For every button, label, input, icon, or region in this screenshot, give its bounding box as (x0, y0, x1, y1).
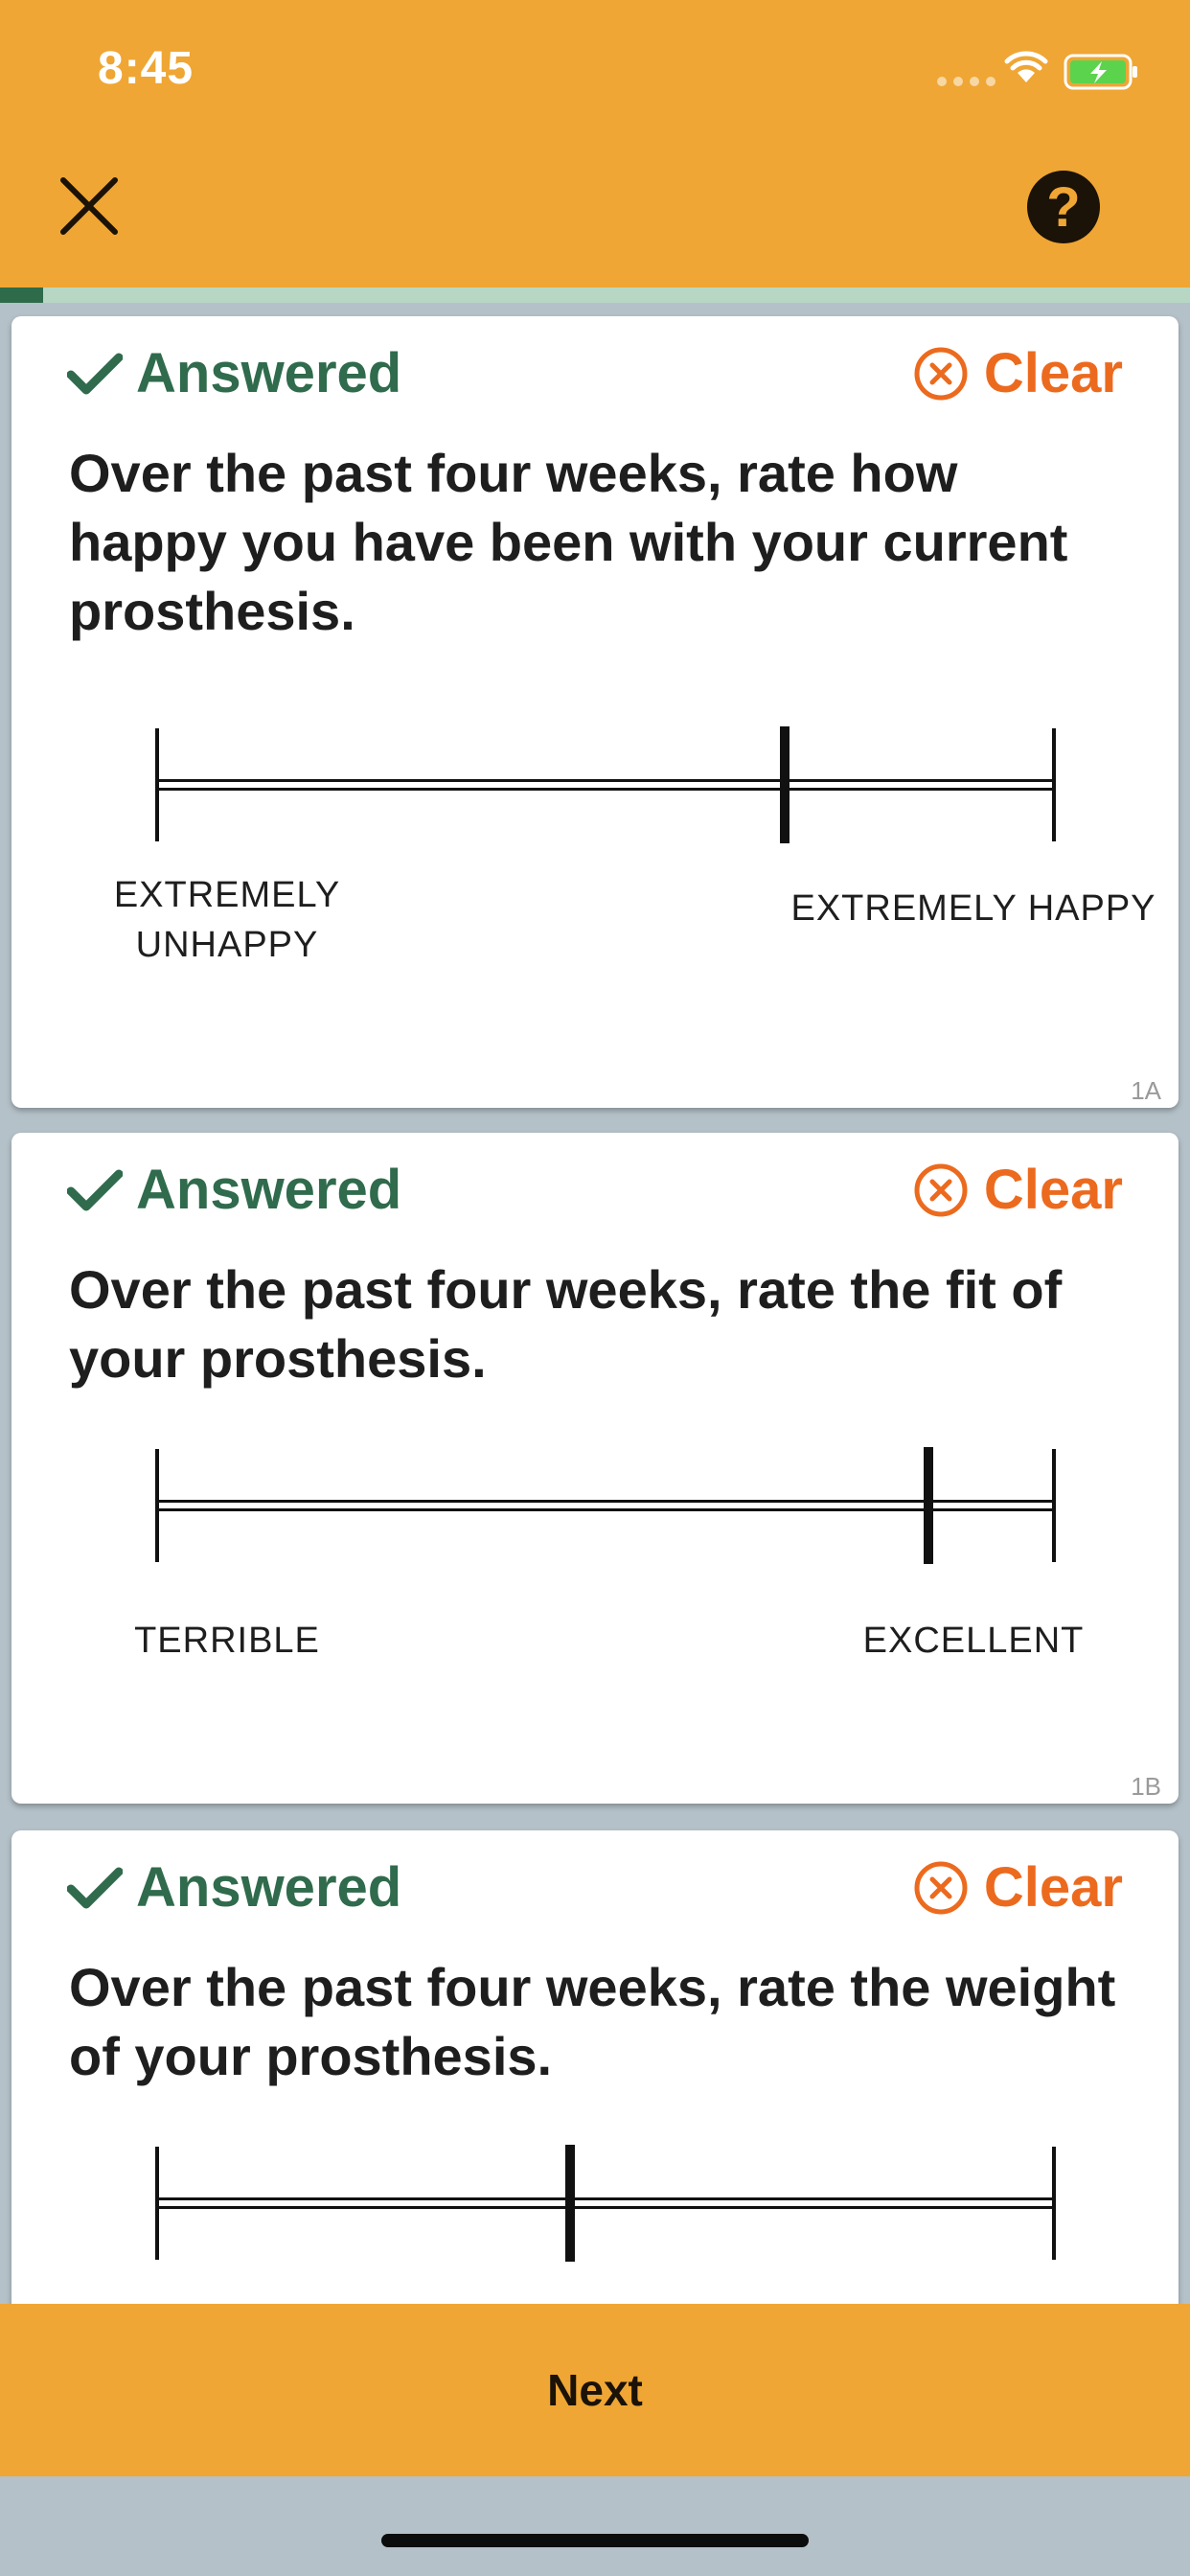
clear-circle-x-icon (914, 1861, 968, 1914)
question-text: Over the past four weeks, rate the weigh… (69, 1957, 1116, 2086)
checkmark-icon (67, 1867, 123, 1908)
question-list[interactable]: Answered Clear Over the past four weeks,… (0, 303, 1190, 2304)
slider-rail (157, 779, 1054, 791)
slider-max-tick (1052, 2147, 1056, 2260)
help-button[interactable]: ? (1027, 171, 1100, 243)
clear-button[interactable]: Clear (913, 341, 1123, 405)
rating-slider[interactable] (142, 1447, 1069, 1564)
checkmark-icon (67, 1169, 123, 1210)
clear-label: Clear (983, 1856, 1123, 1919)
question-text: Over the past four weeks, rate how happy… (69, 443, 1068, 641)
answered-status: Answered (67, 1158, 401, 1222)
scale-min-label: TERRIBLE (134, 1621, 320, 1661)
slider-min-tick (155, 2147, 159, 2260)
scale-max-label: EXCELLENT (862, 1621, 1085, 1661)
progress-fill (0, 288, 43, 303)
slider-marker[interactable] (564, 2145, 575, 2262)
clear-button[interactable]: Clear (913, 1158, 1123, 1222)
answered-status: Answered (67, 341, 401, 405)
slider-min-tick (155, 728, 159, 841)
home-indicator[interactable] (381, 2534, 809, 2547)
clear-circle-x-icon (914, 1163, 968, 1216)
checkmark-icon (67, 353, 123, 394)
question-card: Answered Clear Over the past four weeks,… (11, 1133, 1179, 1804)
status-time: 8:45 (98, 43, 195, 94)
slider-max-tick (1052, 1449, 1056, 1562)
slider-marker[interactable] (923, 1447, 933, 1564)
clear-label: Clear (983, 342, 1123, 404)
battery-charging-icon (1064, 54, 1137, 90)
app-header: 8:45 ? (0, 0, 1190, 288)
answered-label: Answered (136, 1856, 402, 1919)
answered-status: Answered (67, 1855, 401, 1920)
clear-circle-x-icon (914, 347, 968, 400)
question-card: Answered Clear Over the past four weeks,… (11, 316, 1179, 1108)
question-card: Answered Clear Over the past four weeks,… (11, 1830, 1179, 2304)
slider-min-tick (155, 1449, 159, 1562)
wifi-icon (1004, 51, 1048, 82)
scale-min-label: EXTREMELY UNHAPPY (113, 875, 341, 965)
cellular-signal-icon (937, 77, 995, 86)
slider-marker[interactable] (780, 726, 790, 843)
question-text: Over the past four weeks, rate the fit o… (69, 1259, 1063, 1389)
answered-label: Answered (136, 342, 402, 404)
progress-bar (0, 288, 1190, 303)
rating-slider[interactable] (142, 726, 1069, 843)
slider-rail (157, 1500, 1054, 1511)
clear-button[interactable]: Clear (913, 1855, 1123, 1920)
close-icon[interactable] (56, 172, 123, 240)
answered-label: Answered (136, 1159, 402, 1221)
footer-bar: Next (0, 2304, 1190, 2476)
scale-max-label: EXTREMELY HAPPY (790, 888, 1156, 929)
clear-label: Clear (983, 1159, 1123, 1221)
rating-slider[interactable] (142, 2145, 1069, 2262)
slider-rail (157, 2197, 1054, 2209)
next-button[interactable]: Next (0, 2304, 1190, 2476)
question-id: 1A (1131, 1076, 1161, 1105)
slider-max-tick (1052, 728, 1056, 841)
question-id: 1B (1131, 1772, 1161, 1801)
